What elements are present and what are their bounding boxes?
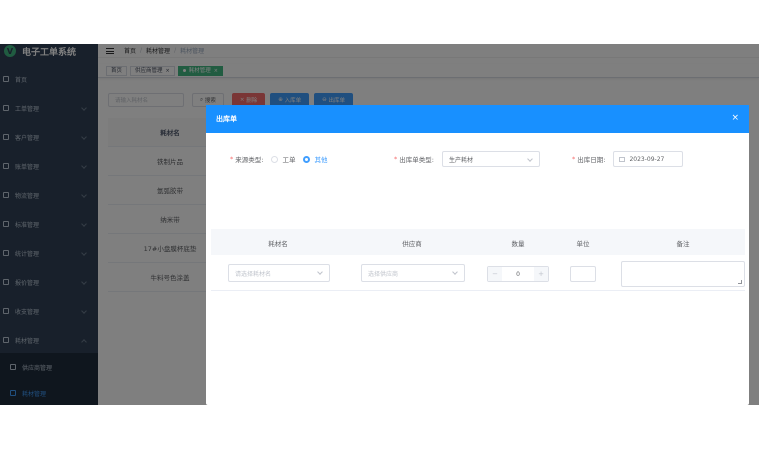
outbound-date-field: * 出库日期: 2023-09-27	[572, 151, 684, 167]
outbound-dialog: 出库单 × * 来源类型: 工单 其他 * 出库单类型: 生产耗材 * 出库日期…	[206, 105, 749, 405]
outbound-date-label: 出库日期:	[577, 156, 606, 164]
outbound-type-label: 出库单类型:	[399, 156, 434, 164]
outbound-type-select[interactable]: 生产耗材	[441, 151, 540, 167]
resize-handle-icon[interactable]	[738, 280, 742, 284]
items-table-row: 请选择耗材名 选择供应商 − 0 +	[211, 257, 745, 291]
quantity-stepper[interactable]: − 0 +	[487, 266, 549, 282]
source-type-field: * 来源类型: 工单 其他	[230, 154, 328, 164]
dialog-header: 出库单 ×	[206, 105, 749, 133]
close-icon[interactable]: ×	[731, 113, 739, 123]
unit-input[interactable]	[570, 266, 596, 282]
outbound-date-picker[interactable]: 2023-09-27	[613, 151, 684, 167]
column-header: 数量	[511, 240, 525, 248]
chevron-down-icon	[317, 269, 323, 275]
chevron-down-icon	[527, 156, 533, 162]
radio-icon	[271, 155, 279, 163]
supplier-select[interactable]: 选择供应商	[361, 264, 465, 282]
increment-button[interactable]: +	[534, 267, 548, 281]
items-table-header: 耗材名 供应商 数量 单位 备注	[211, 229, 745, 255]
column-header: 备注	[676, 240, 690, 248]
quantity-value[interactable]: 0	[502, 271, 534, 278]
radio-other[interactable]: 其他	[303, 154, 327, 164]
decrement-button[interactable]: −	[488, 267, 502, 281]
calendar-icon	[619, 156, 626, 162]
outbound-type-field: * 出库单类型: 生产耗材	[394, 151, 540, 167]
radio-workorder[interactable]: 工单	[271, 154, 295, 164]
chevron-down-icon	[452, 269, 458, 275]
radio-checked-icon	[303, 155, 311, 163]
column-header: 单位	[576, 240, 590, 248]
column-header: 耗材名	[268, 240, 288, 248]
material-select[interactable]: 请选择耗材名	[228, 264, 330, 282]
column-header: 供应商	[402, 240, 422, 248]
app-window: V 电子工单系统 首页 工单管理 客户管理 账单管理 物流管理 标准管理 统计管…	[0, 44, 759, 405]
remark-textarea[interactable]	[621, 261, 745, 287]
source-type-label: 来源类型:	[235, 156, 264, 164]
dialog-title: 出库单	[216, 115, 237, 123]
